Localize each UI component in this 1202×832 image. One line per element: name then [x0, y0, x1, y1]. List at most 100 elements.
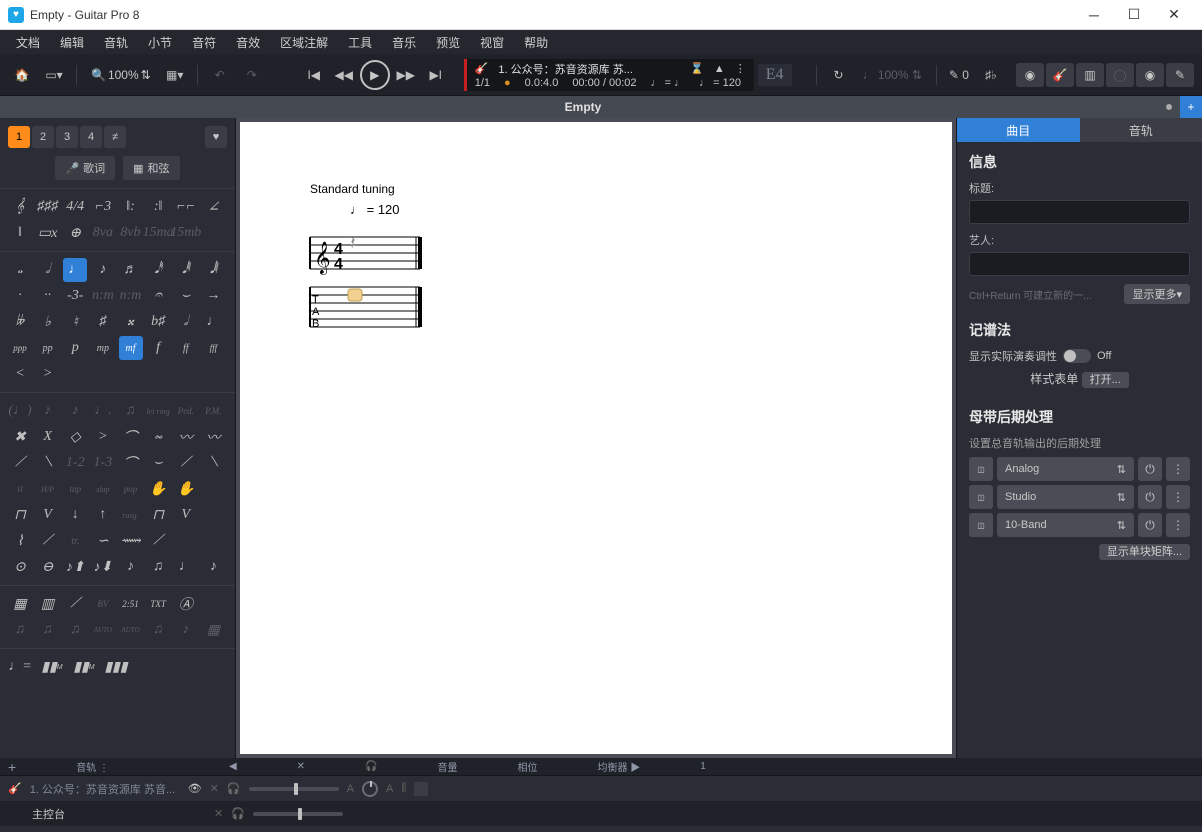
- fastest-note-button[interactable]: 𝅘𝅥𝅲: [201, 258, 225, 282]
- tremolo-button[interactable]: ⟋: [36, 529, 60, 553]
- note-tie-button[interactable]: ♪: [201, 555, 225, 579]
- quindicesima-bassa-button[interactable]: 15mb: [174, 221, 198, 245]
- section-button[interactable]: Ⓐ: [174, 592, 198, 616]
- trill-button[interactable]: ⌇: [8, 529, 32, 553]
- bv-button[interactable]: BV: [91, 592, 115, 616]
- ppp-button[interactable]: ppp: [8, 336, 32, 360]
- menu-edit[interactable]: 编辑: [52, 32, 92, 53]
- pick-up-button[interactable]: V: [36, 503, 60, 527]
- hammer-pull-button[interactable]: H/P: [36, 477, 60, 501]
- dot-button[interactable]: ·: [8, 284, 32, 308]
- sixteenth-note-button[interactable]: ♬: [119, 258, 143, 282]
- ghost-note-button[interactable]: 𝅗𝅥: [174, 310, 198, 334]
- minimize-button[interactable]: ─: [1074, 3, 1114, 27]
- auto6-button[interactable]: ♫: [146, 618, 170, 642]
- strum-down-button[interactable]: ✋: [146, 477, 170, 501]
- track-mute-button[interactable]: ✕: [210, 782, 219, 795]
- wide-vibrato-button[interactable]: 〰: [201, 425, 225, 449]
- design-mode-button[interactable]: ♥: [205, 126, 227, 148]
- repeat-alt-button[interactable]: ⌐⌐: [174, 195, 198, 219]
- text-button[interactable]: TXT: [146, 592, 170, 616]
- track-row-1[interactable]: 🎸 1. 公众号：苏音资源库 苏音... 👁 ✕ 🎧 A A ⫼: [0, 776, 1202, 801]
- maximize-button[interactable]: ☐: [1114, 3, 1154, 27]
- lyrics-button[interactable]: 🎤歌词: [55, 156, 115, 180]
- turn-button[interactable]: ∽: [91, 529, 115, 553]
- sharp-button[interactable]: ♯: [91, 310, 115, 334]
- fx-more-2[interactable]: ⋮: [1166, 513, 1190, 537]
- fermata-button[interactable]: 𝄐: [146, 284, 170, 308]
- title-input[interactable]: [969, 200, 1190, 224]
- sixtyfourth-note-button[interactable]: 𝅘𝅥𝅱: [174, 258, 198, 282]
- auto5-button[interactable]: AUTO: [119, 618, 143, 642]
- track-tab[interactable]: 音轨: [1080, 118, 1202, 142]
- hourglass-icon[interactable]: ⌛: [690, 62, 704, 75]
- goto-start-button[interactable]: I◀: [300, 63, 328, 87]
- speed-control[interactable]: ♩ 100% ⇅: [857, 66, 928, 84]
- slide1-button[interactable]: 1-2: [63, 451, 87, 475]
- voice-1-tab[interactable]: 1: [8, 126, 30, 148]
- ntuplet2-button[interactable]: n:m: [119, 284, 143, 308]
- play-button[interactable]: ▶: [360, 60, 390, 90]
- strum-up-button[interactable]: ✋: [174, 477, 198, 501]
- tuner-button[interactable]: ◉: [1016, 63, 1044, 87]
- pm-button[interactable]: P.M.: [201, 399, 225, 423]
- let-ring-button[interactable]: let ring: [146, 399, 170, 423]
- menu-preview[interactable]: 预览: [428, 32, 468, 53]
- voice-3-tab[interactable]: 3: [56, 126, 78, 148]
- multivoice-button[interactable]: ≠: [104, 126, 126, 148]
- brush-up-button[interactable]: V: [174, 503, 198, 527]
- f-button[interactable]: f: [146, 336, 170, 360]
- slide-down-button[interactable]: ⟍: [36, 451, 60, 475]
- stem-down-button[interactable]: ♪⬇: [91, 555, 115, 579]
- transpose-button[interactable]: ♯♭: [977, 63, 1005, 87]
- dead-note-button[interactable]: ♩: [201, 310, 225, 334]
- accent2-button[interactable]: ♫: [146, 555, 170, 579]
- double-sharp-button[interactable]: 𝄪: [119, 310, 143, 334]
- legato-slide-button[interactable]: ⟍: [201, 451, 225, 475]
- home-button[interactable]: 🏠: [8, 63, 36, 87]
- double-dot-button[interactable]: ··: [36, 284, 60, 308]
- tap-button[interactable]: tap: [63, 477, 87, 501]
- hammer-button[interactable]: H: [8, 477, 32, 501]
- natural-button[interactable]: ♮: [63, 310, 87, 334]
- vibrato-button[interactable]: 〰: [174, 425, 198, 449]
- display-mode-button[interactable]: ▭▾: [40, 63, 68, 87]
- forward-button[interactable]: ▶▶: [392, 63, 420, 87]
- track-auto-b[interactable]: A: [386, 783, 393, 795]
- show-more-button[interactable]: 显示更多▾: [1124, 284, 1190, 304]
- fx-power-2[interactable]: ⏻: [1138, 513, 1162, 537]
- pen-button[interactable]: ✎: [1166, 63, 1194, 87]
- x-note-button[interactable]: 𝆗: [146, 425, 170, 449]
- fx-select-0[interactable]: Analog⇅: [997, 457, 1134, 481]
- ff-button[interactable]: ff: [174, 336, 198, 360]
- master-mute-button[interactable]: ✕: [214, 807, 223, 820]
- master-solo-button[interactable]: 🎧: [231, 807, 245, 820]
- auto3-button[interactable]: ♫: [63, 618, 87, 642]
- tremolo-bar-button[interactable]: ⟋: [146, 529, 170, 553]
- thirtysecond-note-button[interactable]: 𝅘𝅥𝅰: [146, 258, 170, 282]
- menu-document[interactable]: 文档: [8, 32, 48, 53]
- stylesheet-open-button[interactable]: 打开...: [1082, 372, 1129, 388]
- double-flat-button[interactable]: 𝄫: [8, 310, 32, 334]
- track-auto-a[interactable]: A: [347, 783, 354, 795]
- track-pan-knob[interactable]: [362, 781, 378, 797]
- fx-select-1[interactable]: Studio⇅: [997, 485, 1134, 509]
- double-bar-button[interactable]: ‖: [8, 221, 32, 245]
- track-eq-button[interactable]: ⫼: [401, 782, 406, 795]
- grid-view-button[interactable]: ▦▾: [161, 63, 189, 87]
- auto4-button[interactable]: AUTO: [91, 618, 115, 642]
- redo-button[interactable]: ↷: [238, 63, 266, 87]
- quarter-note-button[interactable]: ♩: [63, 258, 87, 282]
- pick-down-button[interactable]: ⊓: [8, 503, 32, 527]
- goto-end-button[interactable]: ▶I: [422, 63, 450, 87]
- menu-bar[interactable]: 小节: [140, 32, 180, 53]
- ending-button[interactable]: ∠: [201, 195, 225, 219]
- mf-button[interactable]: mf: [119, 336, 143, 360]
- flat-alt-button[interactable]: b♯: [146, 310, 170, 334]
- show-matrix-button[interactable]: 显示单块矩阵...: [1099, 544, 1190, 560]
- staff-area[interactable]: 𝄞 4 4 𝄽 T A B: [300, 227, 892, 340]
- staccato-button[interactable]: ♩.: [91, 399, 115, 423]
- track-volume-slider[interactable]: [249, 787, 339, 791]
- grace2-button[interactable]: ♪: [63, 399, 87, 423]
- fx-select-2[interactable]: 10-Band⇅: [997, 513, 1134, 537]
